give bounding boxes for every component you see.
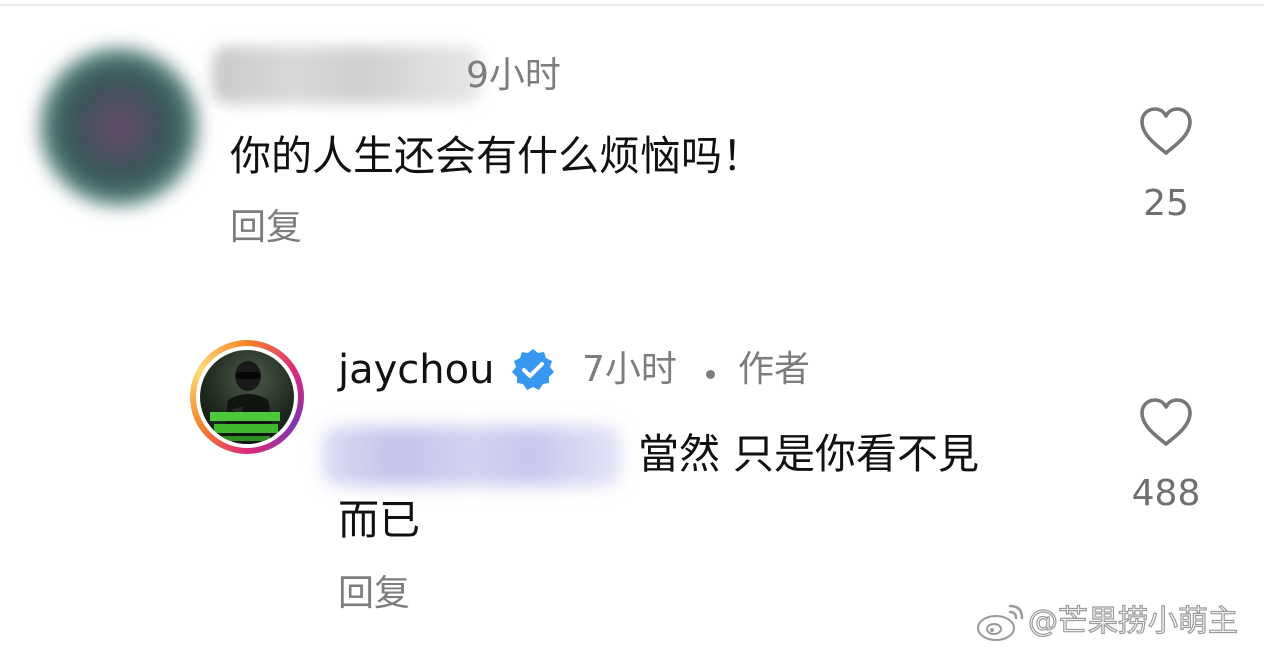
like-count: 25 <box>1143 183 1189 224</box>
like-count: 488 <box>1131 473 1201 514</box>
blurred-username[interactable] <box>212 46 482 104</box>
username[interactable]: jaychou <box>338 344 494 396</box>
reply-button[interactable]: 回复 <box>338 568 410 620</box>
heart-outline-icon[interactable] <box>1138 105 1194 157</box>
avatar <box>200 350 294 444</box>
verified-badge-icon <box>512 349 554 390</box>
heart-outline-icon[interactable] <box>1138 396 1194 448</box>
comment-time: 9小时 <box>466 55 561 96</box>
avatar-story-ring[interactable] <box>190 340 304 454</box>
comment-time: 7小时 <box>582 349 677 390</box>
blurred-avatar[interactable] <box>40 48 198 206</box>
top-divider <box>0 4 1264 6</box>
comment-text: 你的人生还会有什么烦恼吗！ <box>230 132 763 180</box>
weibo-icon <box>977 604 1024 641</box>
comment-text-line2: 而已 <box>338 496 420 544</box>
reply-button[interactable]: 回复 <box>230 202 302 254</box>
separator-dot <box>706 370 715 379</box>
comment-text-line1: 當然 只是你看不見 <box>638 430 980 478</box>
author-tag: 作者 <box>738 349 811 390</box>
avatar-picture <box>210 361 280 444</box>
blurred-mention[interactable] <box>322 426 622 486</box>
watermark-text: @芒果捞小萌主 <box>1027 603 1238 639</box>
